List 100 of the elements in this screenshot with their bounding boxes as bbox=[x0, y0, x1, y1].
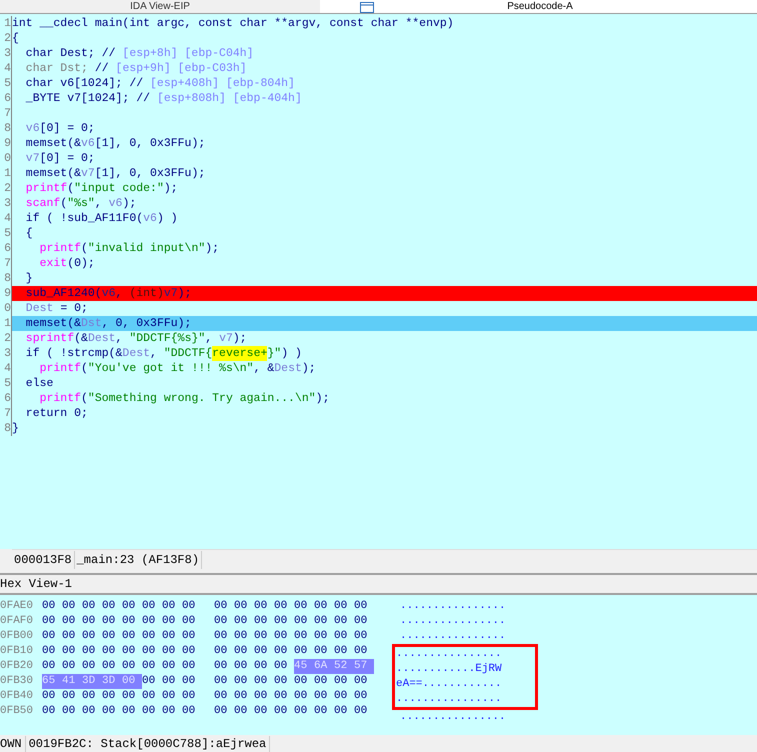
hex-byte[interactable]: 00 bbox=[42, 689, 62, 704]
hex-byte[interactable]: 00 bbox=[122, 629, 142, 644]
hex-byte[interactable]: 00 bbox=[102, 614, 122, 629]
hex-byte[interactable]: 00 bbox=[214, 644, 234, 659]
hex-byte[interactable]: 00 bbox=[142, 614, 162, 629]
hex-byte[interactable]: 00 bbox=[62, 689, 82, 704]
hex-byte[interactable]: 00 bbox=[314, 704, 334, 719]
hex-byte[interactable]: 00 bbox=[234, 704, 254, 719]
hex-byte[interactable]: 00 bbox=[62, 644, 82, 659]
hex-byte[interactable]: 00 bbox=[214, 629, 234, 644]
hex-byte[interactable]: 00 bbox=[274, 659, 294, 674]
hex-byte[interactable]: 00 bbox=[182, 599, 202, 614]
hex-byte[interactable]: 00 bbox=[182, 614, 202, 629]
hex-byte[interactable]: 00 bbox=[162, 614, 182, 629]
hex-byte[interactable]: 00 bbox=[314, 614, 334, 629]
hex-byte[interactable]: 00 bbox=[334, 689, 354, 704]
hex-byte[interactable]: 00 bbox=[214, 614, 234, 629]
hex-byte[interactable]: 00 bbox=[354, 674, 374, 689]
hex-byte[interactable]: 00 bbox=[182, 689, 202, 704]
hex-byte[interactable]: 00 bbox=[102, 599, 122, 614]
hex-byte[interactable]: 00 bbox=[142, 704, 162, 719]
hex-byte[interactable]: 00 bbox=[102, 644, 122, 659]
hex-byte[interactable]: 00 bbox=[234, 599, 254, 614]
hex-byte[interactable]: 00 bbox=[122, 614, 142, 629]
hex-byte[interactable]: 00 bbox=[234, 644, 254, 659]
hex-byte[interactable]: 00 bbox=[354, 629, 374, 644]
hex-byte[interactable]: 00 bbox=[274, 674, 294, 689]
hex-byte[interactable]: 00 bbox=[354, 599, 374, 614]
hex-byte[interactable]: 00 bbox=[274, 629, 294, 644]
hex-byte[interactable]: 00 bbox=[62, 614, 82, 629]
hex-byte[interactable]: 00 bbox=[234, 614, 254, 629]
hex-byte[interactable]: 00 bbox=[314, 599, 334, 614]
hex-byte[interactable]: 00 bbox=[82, 629, 102, 644]
hex-byte[interactable]: 00 bbox=[274, 704, 294, 719]
hex-byte[interactable]: 00 bbox=[254, 674, 274, 689]
hex-byte[interactable]: 00 bbox=[234, 689, 254, 704]
hex-byte[interactable]: 00 bbox=[354, 689, 374, 704]
hex-byte[interactable]: 00 bbox=[62, 629, 82, 644]
hex-byte[interactable]: 00 bbox=[334, 629, 354, 644]
hex-byte[interactable]: 00 bbox=[314, 629, 334, 644]
hex-byte[interactable]: 00 bbox=[42, 644, 62, 659]
hex-byte[interactable]: 00 bbox=[254, 599, 274, 614]
hex-byte[interactable]: 00 bbox=[294, 689, 314, 704]
hex-byte[interactable]: 00 bbox=[162, 629, 182, 644]
hex-byte[interactable]: 00 bbox=[102, 629, 122, 644]
hex-byte[interactable]: 00 bbox=[274, 599, 294, 614]
hex-byte[interactable]: 00 bbox=[182, 629, 202, 644]
hex-byte[interactable]: 00 bbox=[334, 674, 354, 689]
hex-byte[interactable]: 00 bbox=[334, 644, 354, 659]
hex-byte[interactable]: 00 bbox=[254, 659, 274, 674]
hex-byte[interactable]: 00 bbox=[294, 674, 314, 689]
hex-byte[interactable]: 00 bbox=[214, 704, 234, 719]
hex-byte[interactable]: 00 bbox=[102, 659, 122, 674]
hex-byte[interactable]: 00 bbox=[82, 599, 102, 614]
hex-byte[interactable]: 00 bbox=[62, 659, 82, 674]
hex-byte[interactable]: 00 bbox=[334, 599, 354, 614]
hex-byte[interactable]: 00 bbox=[294, 644, 314, 659]
hex-byte[interactable]: 00 bbox=[234, 674, 254, 689]
hex-byte[interactable]: 00 bbox=[354, 704, 374, 719]
hex-byte[interactable]: 00 bbox=[274, 689, 294, 704]
hex-byte[interactable]: 00 bbox=[314, 674, 334, 689]
hex-byte[interactable]: 00 bbox=[82, 689, 102, 704]
hex-byte[interactable]: 00 bbox=[42, 704, 62, 719]
hex-byte[interactable]: 00 bbox=[142, 629, 162, 644]
hex-byte[interactable]: 00 bbox=[294, 704, 314, 719]
tab[interactable]: IDA View-EIP bbox=[0, 0, 320, 13]
hex-byte[interactable]: 00 bbox=[122, 599, 142, 614]
hex-byte[interactable]: 00 bbox=[354, 614, 374, 629]
hex-byte[interactable]: 00 bbox=[214, 599, 234, 614]
hex-byte[interactable]: 00 bbox=[254, 629, 274, 644]
hex-byte[interactable]: 00 bbox=[162, 704, 182, 719]
hex-byte[interactable]: 00 bbox=[42, 659, 62, 674]
hex-byte[interactable]: 00 bbox=[82, 704, 102, 719]
hex-byte[interactable]: 00 bbox=[42, 599, 62, 614]
hex-byte[interactable]: 00 bbox=[182, 659, 202, 674]
hex-byte[interactable]: 00 bbox=[82, 644, 102, 659]
hex-byte[interactable]: 00 bbox=[182, 704, 202, 719]
hex-byte[interactable]: 00 bbox=[214, 674, 234, 689]
hex-byte[interactable]: 00 bbox=[162, 674, 182, 689]
hex-byte[interactable]: 00 bbox=[294, 599, 314, 614]
hex-byte[interactable]: 00 bbox=[234, 659, 254, 674]
hex-byte[interactable]: 00 bbox=[274, 644, 294, 659]
hex-byte[interactable]: 00 bbox=[254, 704, 274, 719]
hex-byte[interactable]: 00 bbox=[314, 689, 334, 704]
hex-byte[interactable]: 00 bbox=[142, 644, 162, 659]
hex-byte[interactable]: 00 bbox=[82, 659, 102, 674]
hex-byte[interactable]: 00 bbox=[314, 644, 334, 659]
hex-byte[interactable]: 00 bbox=[214, 689, 234, 704]
hex-byte[interactable]: 00 bbox=[142, 659, 162, 674]
hex-byte[interactable]: 00 bbox=[122, 644, 142, 659]
hex-byte[interactable]: 00 bbox=[162, 644, 182, 659]
hex-byte[interactable]: 00 bbox=[182, 644, 202, 659]
hex-byte[interactable]: 00 bbox=[182, 674, 202, 689]
hex-byte[interactable]: 00 bbox=[294, 629, 314, 644]
hex-byte[interactable]: 00 bbox=[334, 614, 354, 629]
hex-byte[interactable]: 00 bbox=[122, 704, 142, 719]
hex-byte[interactable]: 00 bbox=[122, 659, 142, 674]
hex-byte[interactable]: 00 bbox=[274, 614, 294, 629]
hex-byte[interactable]: 00 bbox=[254, 614, 274, 629]
hex-byte[interactable]: 00 bbox=[234, 629, 254, 644]
